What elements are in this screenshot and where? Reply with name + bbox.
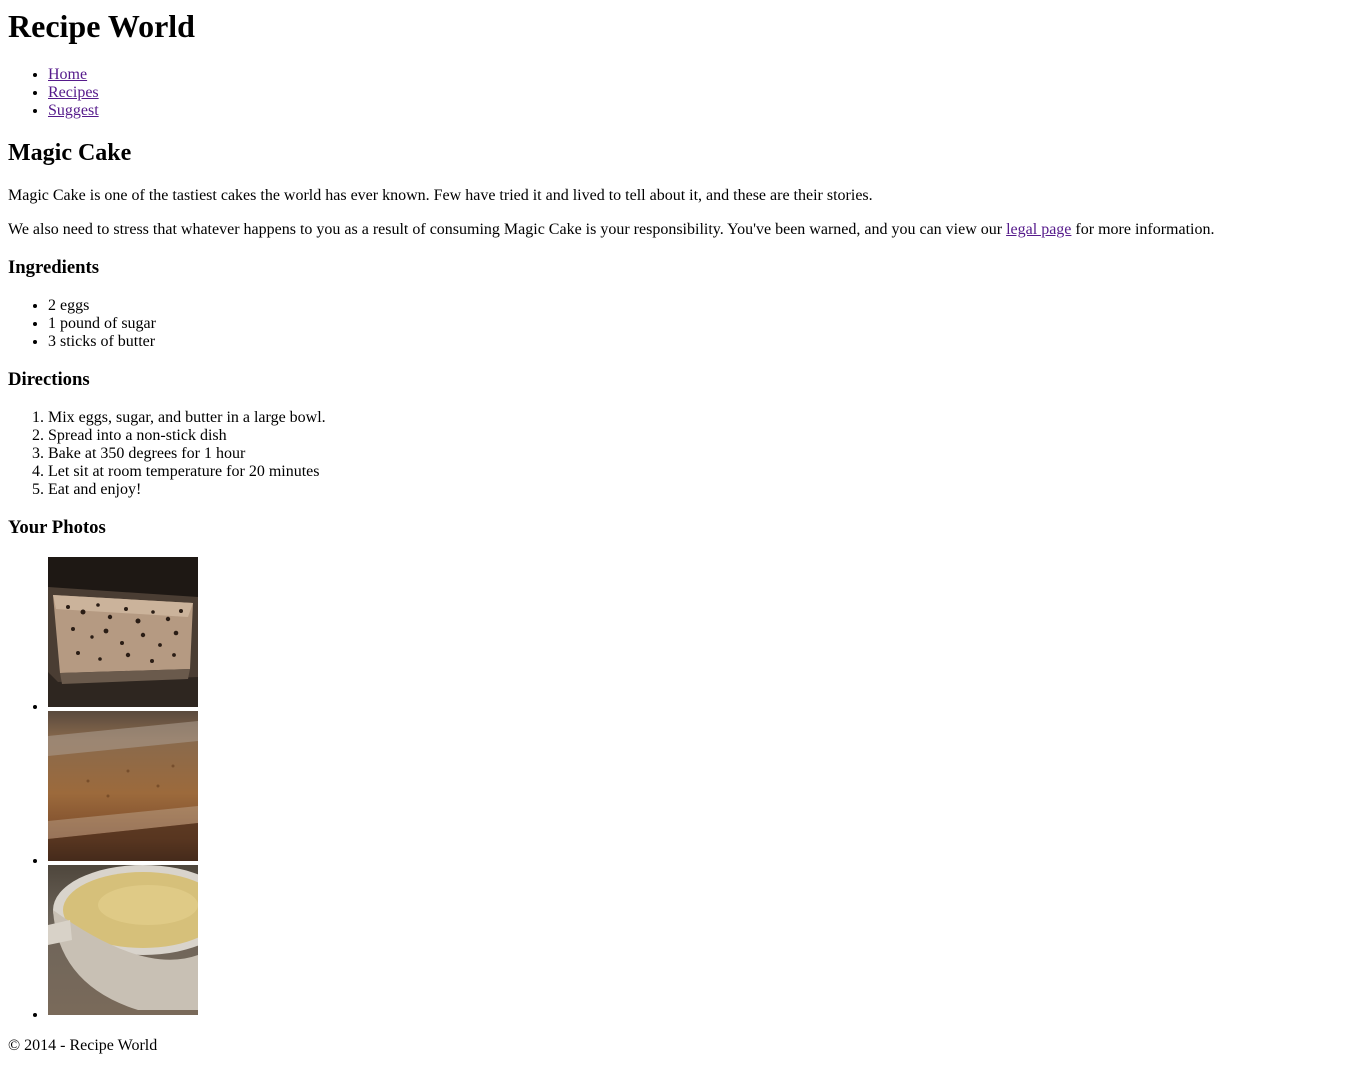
ingredient-item: 3 sticks of butter [48, 333, 1358, 351]
site-header: Recipe World Home Recipes Suggest [8, 8, 1358, 120]
recipe-warning: We also need to stress that whatever hap… [8, 221, 1358, 239]
baked-cake-closeup-photo[interactable] [48, 711, 198, 861]
nav-link-recipes[interactable]: Recipes [48, 84, 99, 101]
page: Recipe World Home Recipes Suggest Magic … [0, 8, 1366, 1055]
nav-link-suggest[interactable]: Suggest [48, 102, 99, 119]
photos-list [8, 557, 1358, 1019]
recipe-intro: Magic Cake is one of the tastiest cakes … [8, 187, 873, 204]
photo-item [48, 711, 1358, 865]
main-nav: Home Recipes Suggest [8, 66, 1358, 120]
site-title: Recipe World [8, 8, 195, 44]
nav-item-home: Home [48, 66, 1358, 84]
direction-step: Eat and enjoy! [48, 481, 1358, 499]
nav-list: Home Recipes Suggest [8, 66, 1358, 120]
directions-list: Mix eggs, sugar, and butter in a large b… [8, 409, 1358, 499]
footer-copyright: © 2014 - Recipe World [8, 1037, 158, 1054]
directions-heading: Directions [8, 369, 90, 390]
photos-heading: Your Photos [8, 517, 106, 538]
direction-step: Let sit at room temperature for 20 minut… [48, 463, 1358, 481]
ingredients-list: 2 eggs 1 pound of sugar 3 sticks of butt… [8, 297, 1358, 351]
photo-item [48, 865, 1358, 1019]
legal-page-link[interactable]: legal page [1006, 221, 1071, 238]
direction-step: Spread into a non-stick dish [48, 427, 1358, 445]
photo-item [48, 557, 1358, 711]
warning-text-before: We also need to stress that whatever hap… [8, 221, 1007, 238]
ingredient-item: 1 pound of sugar [48, 315, 1358, 333]
nav-link-home[interactable]: Home [48, 66, 87, 83]
direction-step: Mix eggs, sugar, and butter in a large b… [48, 409, 1358, 427]
cake-in-dish-photo[interactable] [48, 557, 198, 707]
ingredients-heading: Ingredients [8, 257, 100, 278]
bowl-of-batter-photo[interactable] [48, 865, 198, 1015]
site-footer: © 2014 - Recipe World [8, 1037, 1358, 1055]
main-content: Magic Cake Magic Cake is one of the tast… [8, 139, 1358, 1019]
nav-item-suggest: Suggest [48, 102, 1358, 120]
warning-text-after: for more information. [1071, 221, 1215, 238]
direction-step: Bake at 350 degrees for 1 hour [48, 445, 1358, 463]
ingredient-item: 2 eggs [48, 297, 1358, 315]
nav-item-recipes: Recipes [48, 84, 1358, 102]
recipe-title: Magic Cake [8, 140, 132, 166]
